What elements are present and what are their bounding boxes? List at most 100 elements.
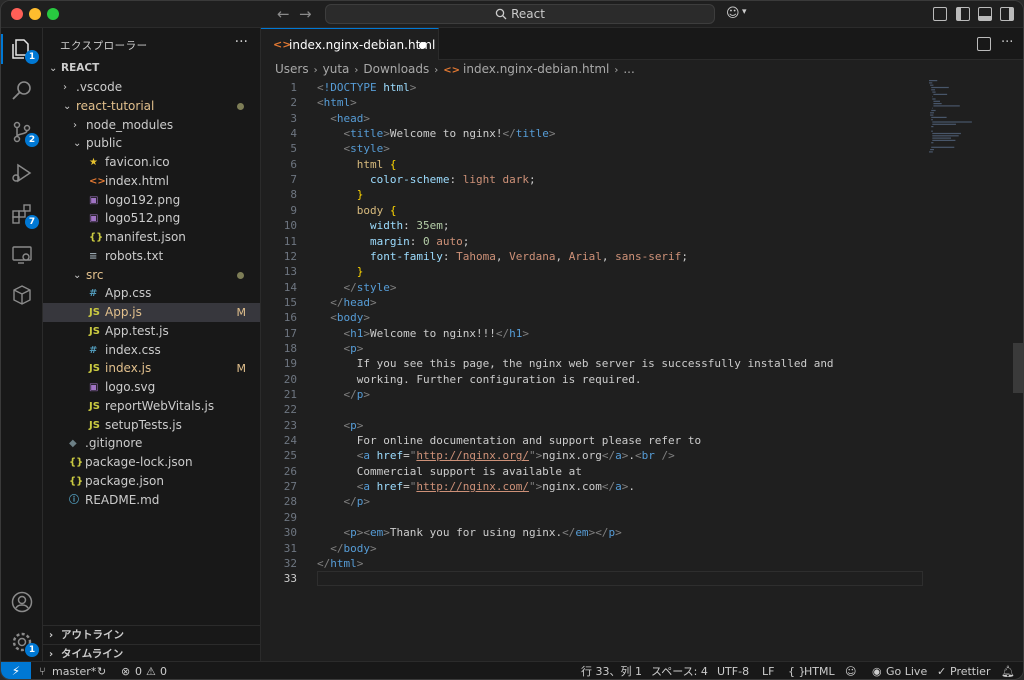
tree-file[interactable]: JS setupTests.js [43, 416, 260, 435]
more-actions-icon[interactable]: ··· [1001, 35, 1013, 50]
outline-section-header[interactable]: › アウトライン [43, 625, 260, 644]
tree-folder[interactable]: ⌄ src [43, 266, 260, 285]
search-icon[interactable] [10, 79, 34, 103]
code-line[interactable]: } [317, 187, 364, 202]
code-line[interactable]: </style> [317, 280, 397, 295]
containers-icon[interactable] [10, 283, 34, 307]
editor-scrollbar[interactable] [1013, 343, 1023, 393]
tree-file[interactable]: {} package-lock.json [43, 453, 260, 472]
code-line[interactable]: </body> [317, 541, 376, 556]
command-center-search[interactable]: React [325, 4, 715, 24]
branch-status[interactable]: master* [52, 662, 96, 679]
toggle-sidebar-icon[interactable] [956, 7, 970, 21]
code-line[interactable]: </p> [317, 494, 371, 509]
breadcrumb-item[interactable]: ... [623, 62, 634, 76]
accounts-icon[interactable] [10, 590, 34, 614]
code-line[interactable]: <p> [317, 341, 364, 356]
tree-file[interactable]: {} manifest.json [43, 228, 260, 247]
code-line[interactable]: <style> [317, 141, 390, 156]
end-of-line[interactable]: LF [762, 662, 774, 679]
copilot-chevron-down-icon[interactable]: ▾ [742, 7, 747, 17]
breadcrumb-item[interactable]: yuta [323, 62, 350, 76]
explorer-icon[interactable]: 1 [10, 37, 39, 64]
back-arrow-icon[interactable]: ← [277, 5, 290, 23]
tree-file[interactable]: ⓘ README.md [43, 491, 260, 510]
tree-file[interactable]: # index.css [43, 341, 260, 360]
code-line[interactable]: Commercial support is available at [317, 464, 582, 479]
tab-index-nginx-debian-html[interactable]: <> index.nginx-debian.html [261, 28, 439, 60]
sync-icon[interactable]: ↻ [97, 662, 106, 679]
code-line[interactable]: <title>Welcome to nginx!</title> [317, 126, 556, 141]
tree-file[interactable]: ★ favicon.ico [43, 153, 260, 172]
tree-file[interactable]: <> index.html [43, 172, 260, 191]
breadcrumb-item[interactable]: index.nginx-debian.html [463, 62, 609, 76]
warning-count[interactable]: 0 [160, 662, 167, 679]
split-editor-icon[interactable] [977, 37, 991, 51]
go-live-button[interactable]: Go Live [886, 662, 927, 679]
code-line[interactable]: working. Further configuration is requir… [317, 372, 642, 387]
code-line[interactable]: <p> [317, 418, 364, 433]
toggle-panel-icon[interactable] [978, 7, 992, 21]
minimap[interactable] [929, 80, 999, 160]
run-debug-icon[interactable] [10, 161, 34, 185]
tree-file[interactable]: ◆ .gitignore [43, 434, 260, 453]
breadcrumb-item[interactable]: Users [275, 62, 309, 76]
code-line[interactable]: font-family: Tahoma, Verdana, Arial, san… [317, 249, 688, 264]
code-line[interactable]: <html> [317, 95, 357, 110]
code-line[interactable]: html { [317, 157, 397, 172]
copilot-icon[interactable]: ☺ [726, 6, 740, 21]
indentation[interactable]: スペース: 4 [651, 662, 708, 679]
code-line[interactable]: <a href="http://nginx.org/">nginx.org</a… [317, 448, 675, 463]
code-line[interactable]: <!DOCTYPE html> [317, 80, 416, 95]
encoding[interactable]: UTF-8 [717, 662, 749, 679]
code-line[interactable]: margin: 0 auto; [317, 234, 469, 249]
code-line[interactable]: <h1>Welcome to nginx!!!</h1> [317, 326, 529, 341]
code-line[interactable]: body { [317, 203, 397, 218]
code-line[interactable]: <p><em>Thank you for using nginx.</em></… [317, 525, 622, 540]
manage-gear-icon[interactable]: 1 [10, 630, 39, 657]
cursor-position[interactable]: 行 33、列 1 [581, 662, 642, 679]
tree-file[interactable]: {} package.json [43, 472, 260, 491]
tree-file[interactable]: ▣ logo.svg [43, 378, 260, 397]
code-line[interactable]: color-scheme: light dark; [317, 172, 536, 187]
code-line[interactable]: <a href="http://nginx.com/">nginx.com</a… [317, 479, 635, 494]
tree-file[interactable]: ▣ logo512.png [43, 209, 260, 228]
forward-arrow-icon[interactable]: → [299, 5, 312, 23]
tree-file[interactable]: JS App.js M [43, 303, 260, 322]
code-line[interactable]: } [317, 264, 364, 279]
tree-folder[interactable]: ⌄ react-tutorial [43, 97, 260, 116]
minimize-window-button[interactable] [29, 8, 41, 20]
close-window-button[interactable] [11, 8, 23, 20]
tree-file[interactable]: JS App.test.js [43, 322, 260, 341]
prettier-status[interactable]: Prettier [950, 662, 990, 679]
error-count[interactable]: 0 [135, 662, 142, 679]
breadcrumb-item[interactable]: Downloads [363, 62, 429, 76]
code-line[interactable]: For online documentation and support ple… [317, 433, 701, 448]
notifications-bell-icon[interactable]: 🔔︎ [1001, 662, 1015, 679]
code-line[interactable]: </p> [317, 387, 371, 402]
tree-file[interactable]: ▣ logo192.png [43, 191, 260, 210]
unsaved-dot-icon[interactable] [419, 42, 426, 49]
workspace-root[interactable]: ⌄ REACT [43, 59, 260, 78]
code-line[interactable]: </head> [317, 295, 376, 310]
code-line[interactable]: </html> [317, 556, 363, 571]
tree-file[interactable]: JS reportWebVitals.js [43, 397, 260, 416]
source-control-icon[interactable]: 2 [10, 120, 39, 147]
code-line[interactable]: width: 35em; [317, 218, 450, 233]
tree-folder[interactable]: › .vscode [43, 78, 260, 97]
code-line[interactable]: If you see this page, the nginx web serv… [317, 356, 834, 371]
more-actions-button[interactable]: ··· [235, 34, 248, 50]
toggle-secondary-sidebar-icon[interactable] [1000, 7, 1014, 21]
remote-indicator-icon[interactable]: ⚡ [1, 662, 31, 679]
tree-folder[interactable]: › node_modules [43, 116, 260, 135]
maximize-window-button[interactable] [47, 8, 59, 20]
language-mode[interactable]: HTML [804, 662, 835, 679]
tree-file[interactable]: ≡ robots.txt [43, 247, 260, 266]
copilot-status-icon[interactable]: ☺ [845, 662, 856, 679]
remote-explorer-icon[interactable] [10, 243, 34, 267]
extensions-icon[interactable]: 7 [10, 202, 39, 229]
tree-file[interactable]: JS index.js M [43, 359, 260, 378]
code-line[interactable]: <body> [317, 310, 370, 325]
tree-folder[interactable]: ⌄ public [43, 134, 260, 153]
code-line[interactable]: <head> [317, 111, 370, 126]
